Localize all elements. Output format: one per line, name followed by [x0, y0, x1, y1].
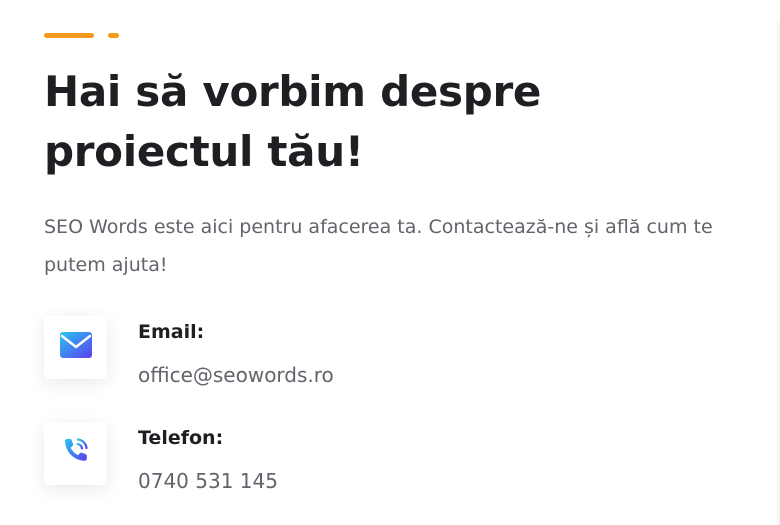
email-address[interactable]: office@seowords.ro: [138, 363, 334, 387]
intro-text: SEO Words este aici pentru afacerea ta. …: [44, 216, 713, 276]
accent-bar-long: [44, 33, 94, 38]
section-edge-shadow: [774, 22, 780, 525]
email-icon-box: [44, 316, 107, 379]
phone-icon-box: [44, 422, 107, 485]
envelope-icon: [59, 332, 92, 363]
page-title: Hai să vorbim despre proiectul tău!: [44, 67, 542, 176]
accent-bar-short: [108, 33, 119, 38]
phone-label: Telefon:: [138, 427, 224, 449]
email-label: Email:: [138, 321, 205, 343]
phone-icon: [60, 435, 92, 472]
phone-number[interactable]: 0740 531 145: [138, 469, 278, 493]
